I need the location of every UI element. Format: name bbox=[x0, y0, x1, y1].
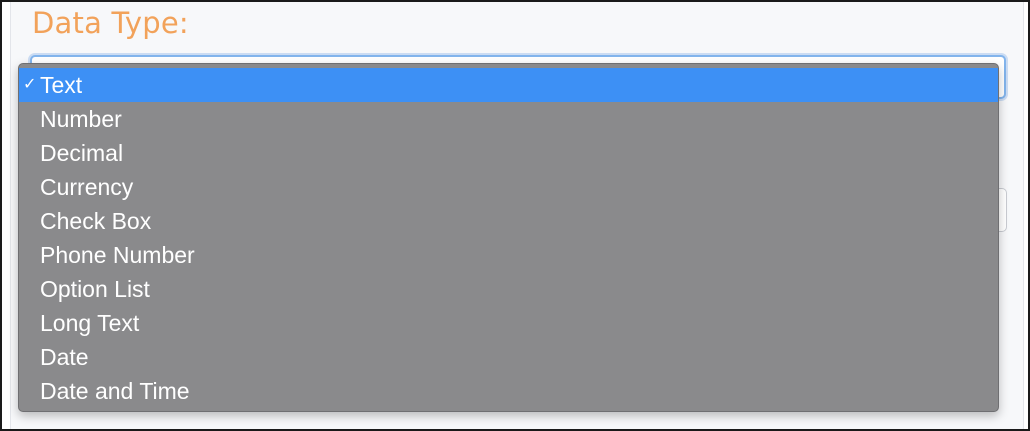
option-date[interactable]: Date bbox=[19, 340, 998, 374]
data-type-label: Data Type: bbox=[32, 6, 189, 40]
option-option-list[interactable]: Option List bbox=[19, 272, 998, 306]
option-label: Text bbox=[40, 72, 83, 98]
option-label: Phone Number bbox=[40, 242, 195, 268]
option-date-and-time[interactable]: Date and Time bbox=[19, 374, 998, 408]
option-long-text[interactable]: Long Text bbox=[19, 306, 998, 340]
option-label: Long Text bbox=[40, 310, 140, 336]
option-text[interactable]: ✓ Text bbox=[19, 68, 998, 102]
data-type-dropdown-menu: ✓ Text Number Decimal Currency Check Box… bbox=[18, 63, 999, 412]
option-label: Date bbox=[40, 344, 89, 370]
option-label: Decimal bbox=[40, 140, 124, 166]
option-label: Number bbox=[40, 106, 122, 132]
option-number[interactable]: Number bbox=[19, 102, 998, 136]
option-check-box[interactable]: Check Box bbox=[19, 204, 998, 238]
option-decimal[interactable]: Decimal bbox=[19, 136, 998, 170]
option-label: Currency bbox=[40, 174, 134, 200]
option-label: Date and Time bbox=[40, 378, 190, 404]
option-currency[interactable]: Currency bbox=[19, 170, 998, 204]
option-label: Check Box bbox=[40, 208, 152, 234]
option-label: Option List bbox=[40, 276, 150, 302]
window-frame: Data Type: ✓ Text Number Decimal Currenc… bbox=[0, 0, 1030, 431]
option-phone-number[interactable]: Phone Number bbox=[19, 238, 998, 272]
checkmark-icon: ✓ bbox=[23, 76, 37, 93]
